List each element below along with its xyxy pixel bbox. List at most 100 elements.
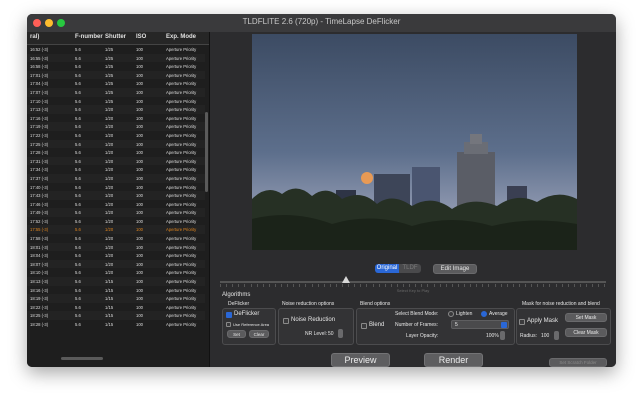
table-row[interactable]: 16:52 (-3) 5.6 1/25 100 Aperture Priority	[27, 45, 205, 54]
horizontal-scrollbar[interactable]	[61, 357, 103, 360]
opacity-stepper[interactable]	[500, 331, 505, 340]
timeline-tick	[457, 284, 459, 287]
table-row[interactable]: 18:28 (-3) 5.6 1/15 100 Aperture Priority	[27, 320, 205, 329]
timeline-tick	[366, 284, 368, 287]
table-cell: 100	[136, 115, 143, 121]
table-row[interactable]: 17:49 (-3) 5.6 1/20 100 Aperture Priority	[27, 208, 205, 217]
table-row[interactable]: 17:19 (-3) 5.6 1/20 100 Aperture Priority	[27, 122, 205, 131]
reference-area-checkbox[interactable]	[226, 322, 231, 327]
table-row[interactable]: 17:01 (-3) 5.6 1/25 100 Aperture Priority	[27, 70, 205, 80]
tab-tldf[interactable]: TLDF	[399, 264, 421, 273]
table-cell: Aperture Priority	[166, 132, 197, 138]
table-cell: 1/20	[105, 184, 114, 190]
opacity-value[interactable]: 100%	[486, 333, 499, 339]
table-cell: 5.6	[75, 124, 81, 130]
noise-reduction-checkbox[interactable]	[283, 318, 289, 324]
table-row[interactable]: 17:46 (-3) 5.6 1/20 100 Aperture Priority	[27, 200, 205, 209]
table-row[interactable]: 17:43 (-3) 5.6 1/20 100 Aperture Priority	[27, 191, 205, 200]
deflicker-clear-button[interactable]: Clear	[249, 330, 269, 338]
title-bar: TLDFLITE 2.6 (720p) - TimeLapse DeFlicke…	[27, 14, 616, 33]
frames-select[interactable]: 5	[451, 320, 509, 329]
table-header: ral) F-number Shutter ISO Exp. Mode	[27, 32, 209, 45]
table-row[interactable]: 17:34 (-3) 5.6 1/20 100 Aperture Priority	[27, 165, 205, 174]
table-cell: 5.6	[75, 158, 81, 164]
table-cell: 5.6	[75, 244, 81, 250]
table-row[interactable]: 17:25 (-3) 5.6 1/20 100 Aperture Priority	[27, 139, 205, 149]
radius-value[interactable]: 100	[541, 333, 549, 339]
nr-level-value[interactable]: 50	[328, 331, 334, 337]
scratch-folder-button[interactable]: Set Scratch Folder	[549, 358, 607, 367]
set-mask-button[interactable]: Set Mask	[565, 313, 607, 322]
table-cell: 1/20	[105, 115, 114, 121]
radius-stepper[interactable]	[554, 331, 559, 340]
blend-checkbox[interactable]	[361, 323, 367, 329]
table-row[interactable]: 17:16 (-3) 5.6 1/20 100 Aperture Priority	[27, 114, 205, 123]
timeline-tick	[220, 284, 221, 287]
timeline-slider-track[interactable]	[220, 281, 606, 283]
frame-table[interactable]: ral) F-number Shutter ISO Exp. Mode 16:5…	[27, 32, 210, 367]
apply-mask-checkbox[interactable]	[519, 319, 525, 325]
table-row[interactable]: 17:04 (-3) 5.6 1/25 100 Aperture Priority	[27, 79, 205, 88]
column-header-iso[interactable]: ISO	[136, 34, 146, 40]
average-label: Average	[489, 311, 508, 317]
table-cell: Aperture Priority	[166, 322, 197, 327]
table-row[interactable]: 17:31 (-3) 5.6 1/20 100 Aperture Priority	[27, 156, 205, 166]
table-row[interactable]: 16:55 (-3) 5.6 1/25 100 Aperture Priority	[27, 53, 205, 63]
table-row[interactable]: 18:16 (-3) 5.6 1/15 100 Aperture Priority	[27, 286, 205, 295]
table-cell: 18:22 (-3)	[30, 304, 49, 310]
timeline-tick	[305, 284, 307, 287]
table-cell: 18:25 (-3)	[30, 313, 49, 319]
table-row[interactable]: 17:52 (-3) 5.6 1/20 100 Aperture Priority	[27, 217, 205, 226]
table-row[interactable]: 18:07 (-3) 5.6 1/20 100 Aperture Priority	[27, 259, 205, 269]
timeline-tick	[244, 284, 246, 287]
table-row[interactable]: 18:13 (-3) 5.6 1/15 100 Aperture Priority	[27, 277, 205, 286]
lighten-radio[interactable]	[448, 311, 454, 317]
table-row[interactable]: 17:28 (-3) 5.6 1/20 100 Aperture Priority	[27, 148, 205, 157]
deflicker-set-button[interactable]: Set	[227, 330, 246, 338]
timeline-tick	[226, 284, 228, 287]
table-cell: 1/20	[105, 107, 114, 113]
table-row[interactable]: 17:55 (-3) 5.6 1/20 100 Aperture Priority	[27, 225, 205, 235]
table-cell: 1/20	[105, 158, 114, 164]
table-cell: 1/15	[105, 287, 114, 293]
table-cell: 100	[136, 107, 143, 113]
timeline-tick	[506, 284, 508, 287]
table-row[interactable]: 17:13 (-3) 5.6 1/20 100 Aperture Priority	[27, 105, 205, 114]
table-row[interactable]: 17:37 (-3) 5.6 1/20 100 Aperture Priority	[27, 173, 205, 183]
edit-image-button[interactable]: Edit Image	[433, 264, 477, 274]
preview-button[interactable]: Preview	[331, 353, 390, 367]
timeline-tick	[268, 284, 270, 287]
column-header-time[interactable]: ral)	[30, 34, 39, 40]
render-button[interactable]: Render	[424, 353, 483, 367]
nr-level-stepper[interactable]	[338, 329, 343, 338]
column-header-exp-mode[interactable]: Exp. Mode	[166, 34, 196, 40]
table-row[interactable]: 17:58 (-3) 5.6 1/20 100 Aperture Priority	[27, 234, 205, 243]
table-row[interactable]: 18:19 (-3) 5.6 1/15 100 Aperture Priority	[27, 294, 205, 303]
table-cell: 100	[136, 296, 143, 302]
table-row[interactable]: 18:10 (-3) 5.6 1/20 100 Aperture Priority	[27, 268, 205, 277]
table-cell: 17:04 (-3)	[30, 81, 49, 87]
vertical-scrollbar[interactable]	[205, 112, 208, 192]
mask-title: Mask for noise reduction and blend	[522, 301, 600, 307]
table-row[interactable]: 16:58 (-3) 5.6 1/25 100 Aperture Priority	[27, 62, 205, 71]
timeline-tick	[262, 284, 264, 287]
average-radio[interactable]	[481, 311, 487, 317]
table-row[interactable]: 18:01 (-3) 5.6 1/20 100 Aperture Priority	[27, 242, 205, 252]
tab-original[interactable]: Original	[375, 264, 399, 273]
table-row[interactable]: 17:07 (-3) 5.6 1/25 100 Aperture Priority	[27, 87, 205, 97]
table-row[interactable]: 17:40 (-3) 5.6 1/20 100 Aperture Priority	[27, 183, 205, 192]
table-row[interactable]: 18:25 (-3) 5.6 1/15 100 Aperture Priority	[27, 311, 205, 320]
table-row[interactable]: 18:22 (-3) 5.6 1/15 100 Aperture Priority	[27, 303, 205, 312]
table-row[interactable]: 17:10 (-3) 5.6 1/25 100 Aperture Priority	[27, 97, 205, 106]
table-cell: Aperture Priority	[166, 158, 197, 164]
table-cell: Aperture Priority	[166, 210, 197, 216]
timeline-slider-knob[interactable]	[342, 276, 350, 283]
table-row[interactable]: 17:22 (-3) 5.6 1/20 100 Aperture Priority	[27, 131, 205, 140]
table-cell: 17:25 (-3)	[30, 141, 49, 147]
column-header-fnumber[interactable]: F-number	[75, 34, 103, 40]
deflicker-checkbox[interactable]	[226, 312, 232, 318]
clear-mask-button[interactable]: Clear Mask	[565, 328, 607, 337]
table-row[interactable]: 18:04 (-3) 5.6 1/20 100 Aperture Priority	[27, 251, 205, 260]
column-header-shutter[interactable]: Shutter	[105, 34, 126, 40]
timeline-tick	[488, 284, 490, 287]
